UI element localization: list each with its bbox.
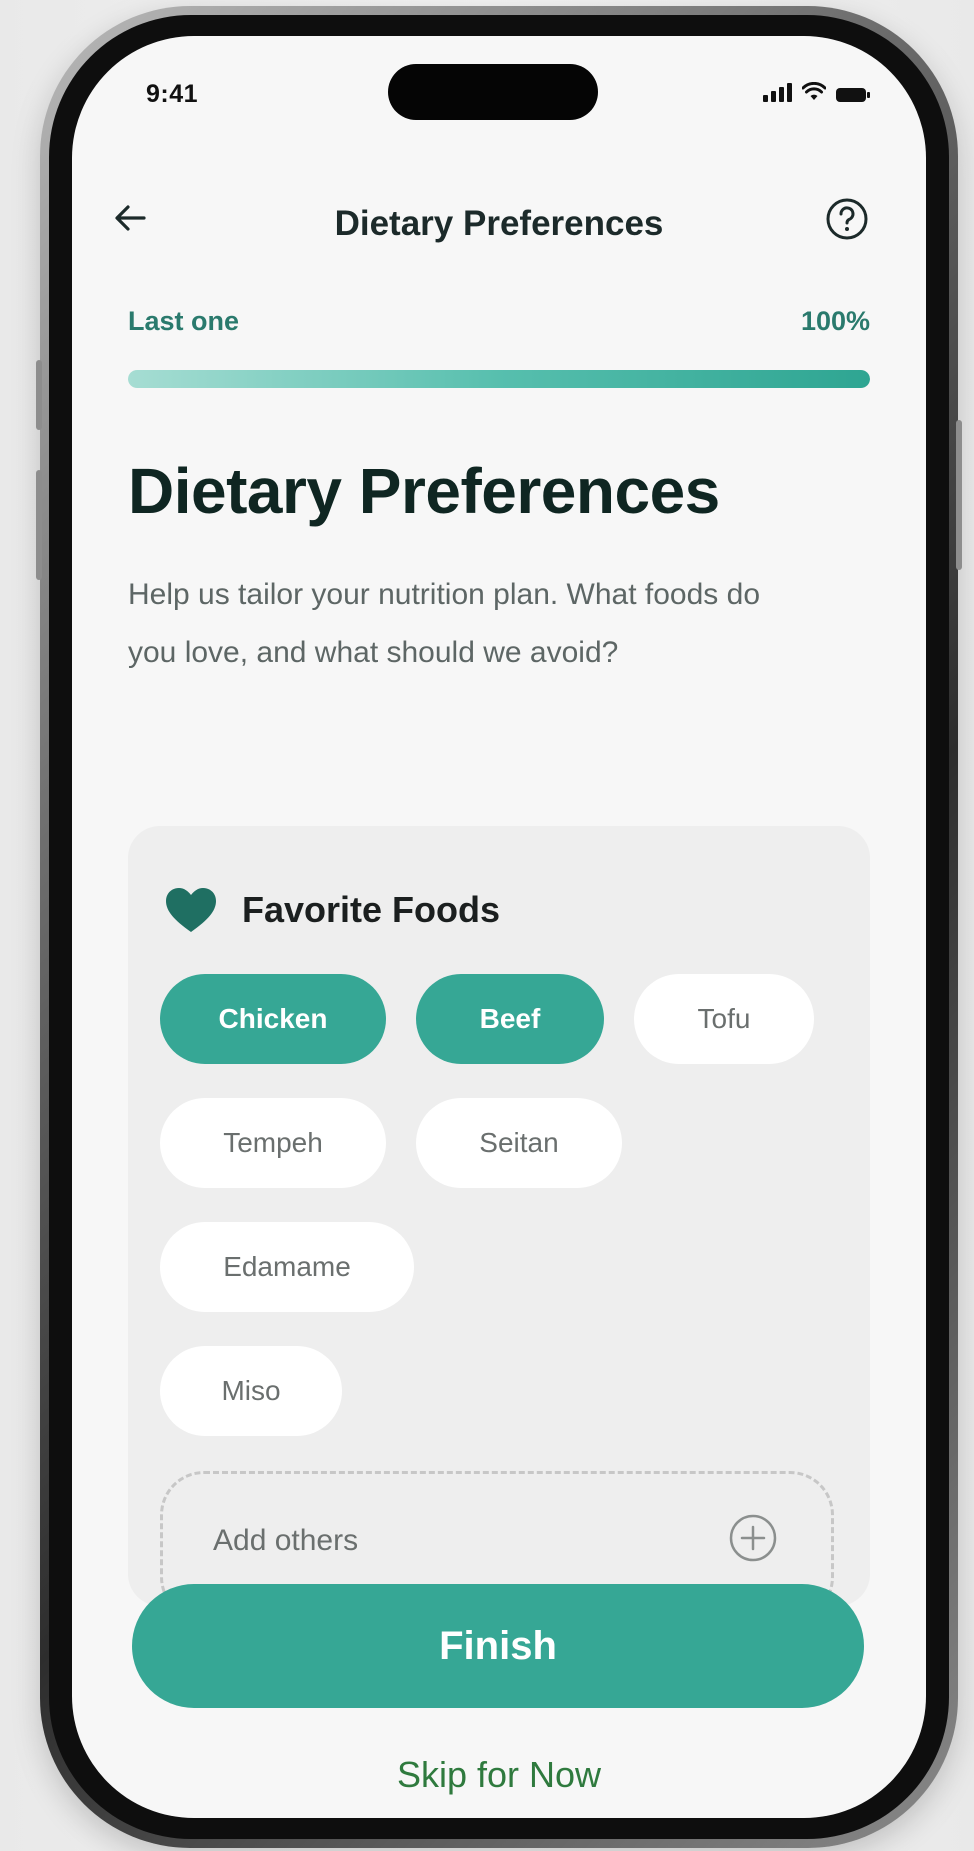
finish-button[interactable]: Finish: [132, 1584, 864, 1708]
skip-for-now-link[interactable]: Skip for Now: [72, 1754, 926, 1796]
progress-percent: 100%: [800, 306, 870, 336]
status-time: 9:41: [146, 80, 199, 108]
chip-seitan[interactable]: Seitan: [416, 1098, 622, 1188]
favorite-foods-card: Favorite Foods Chicken Beef Tofu Tempeh …: [128, 826, 870, 1606]
chip-edamame[interactable]: Edamame: [160, 1222, 414, 1312]
chip-beef[interactable]: Beef: [416, 974, 604, 1064]
chip-label: Chicken: [218, 1003, 328, 1034]
wifi-icon: [802, 82, 826, 100]
side-button-left-lower: [36, 470, 42, 580]
cellular-signal-icon: [763, 82, 792, 102]
dynamic-island: [388, 64, 598, 120]
nav-bar: Dietary Preferences: [72, 186, 926, 256]
chip-tofu[interactable]: Tofu: [634, 974, 814, 1064]
chip-label: Edamame: [223, 1251, 351, 1282]
chip-label: Beef: [479, 1003, 541, 1034]
chip-miso[interactable]: Miso: [160, 1346, 342, 1436]
heart-icon: [166, 888, 216, 932]
stage: 9:41 Dietary Preferences Last one 100% D…: [0, 0, 974, 1851]
progress-fill: [128, 370, 870, 388]
progress-bar: [128, 370, 870, 388]
question-circle-icon[interactable]: [824, 196, 870, 242]
chip-tempeh[interactable]: Tempeh: [160, 1098, 386, 1188]
chip-chicken[interactable]: Chicken: [160, 974, 386, 1064]
chip-label: Tofu: [697, 1003, 751, 1034]
page-title: Dietary Preferences: [128, 455, 720, 527]
chip-label: Miso: [221, 1375, 281, 1406]
page-subtitle: Help us tailor your nutrition plan. What…: [128, 578, 761, 669]
status-icons: [763, 82, 870, 102]
battery-icon: [836, 88, 870, 102]
phone-screen: 9:41 Dietary Preferences Last one 100% D…: [72, 36, 926, 1818]
chip-label: Tempeh: [223, 1127, 323, 1158]
add-others-placeholder: Add others: [213, 1524, 359, 1557]
progress-label: Last one: [128, 306, 240, 336]
side-button-right: [956, 420, 962, 570]
favorite-foods-header: Favorite Foods: [164, 886, 500, 934]
nav-title: Dietary Preferences: [334, 204, 664, 243]
favorite-foods-title: Favorite Foods: [242, 889, 501, 930]
plus-circle-icon[interactable]: [727, 1512, 779, 1564]
side-button-left: [36, 360, 42, 430]
chip-label: Seitan: [479, 1127, 559, 1158]
